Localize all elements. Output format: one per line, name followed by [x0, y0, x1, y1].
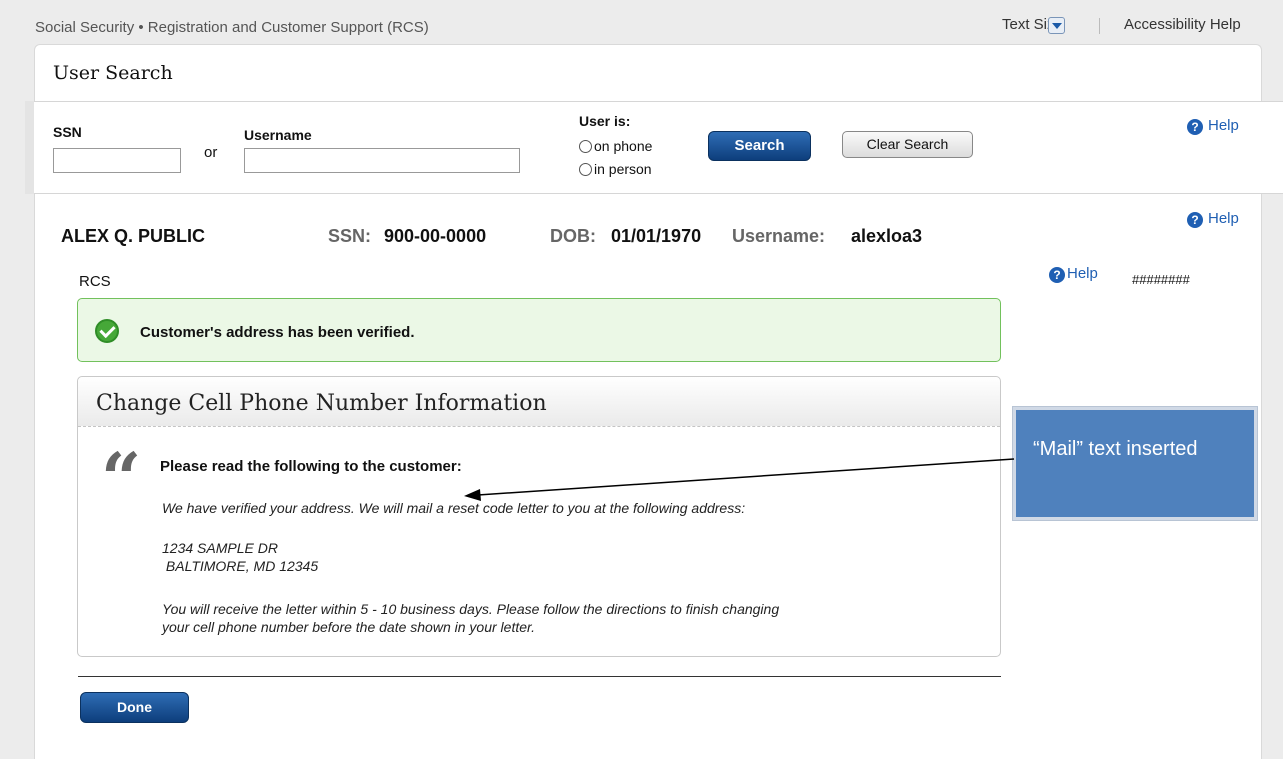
annotation-arrow-line	[477, 458, 1015, 496]
annotation-arrow	[464, 458, 1015, 501]
annotation-arrow-head	[464, 489, 481, 501]
